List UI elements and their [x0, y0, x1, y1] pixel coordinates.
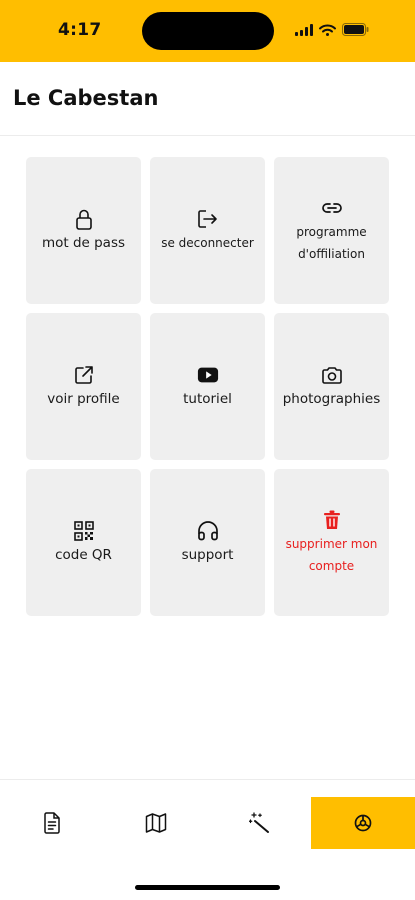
- tile-label: mot de pass: [41, 234, 126, 251]
- camera-icon: [321, 364, 343, 386]
- bottom-nav: [0, 779, 415, 868]
- trash-icon: [321, 509, 343, 531]
- nav-map[interactable]: [104, 797, 208, 849]
- headphones-icon: [197, 520, 219, 542]
- settings-icon: [353, 813, 373, 833]
- support-tile[interactable]: support: [150, 469, 265, 616]
- nav-documents[interactable]: [0, 797, 104, 849]
- password-tile[interactable]: mot de pass: [26, 157, 141, 304]
- signal-icon: [295, 23, 313, 36]
- link-icon: [321, 197, 343, 219]
- menu-grid: mot de pass se deconnecter programme d'o…: [26, 157, 390, 616]
- tile-label: photographies: [282, 390, 381, 407]
- logout-tile[interactable]: se deconnecter: [150, 157, 265, 304]
- tile-label: tutoriel: [183, 390, 232, 407]
- qr-code-icon: [73, 520, 95, 542]
- tile-label: code QR: [55, 546, 112, 563]
- affiliate-program-tile[interactable]: programme d'offiliation: [274, 157, 389, 304]
- status-time: 4:17: [58, 20, 102, 40]
- nav-magic[interactable]: [208, 797, 312, 849]
- youtube-icon: [197, 364, 219, 386]
- lock-icon: [73, 208, 95, 230]
- external-link-icon: [73, 364, 95, 386]
- header: Le Cabestan: [0, 62, 415, 136]
- page-title: Le Cabestan: [13, 86, 159, 110]
- logout-icon: [197, 208, 219, 230]
- status-icons: [295, 23, 369, 36]
- magic-wand-icon: [249, 812, 271, 834]
- wifi-icon: [319, 24, 336, 36]
- tile-label: voir profile: [47, 390, 120, 407]
- map-icon: [145, 812, 167, 834]
- tile-label: support: [181, 546, 234, 563]
- home-indicator: [135, 885, 280, 890]
- status-bar: 4:17: [0, 0, 415, 62]
- document-icon: [43, 812, 61, 834]
- battery-icon: [342, 23, 369, 36]
- delete-account-tile[interactable]: supprimer mon compte: [274, 469, 389, 616]
- nav-settings[interactable]: [311, 797, 415, 849]
- photographs-tile[interactable]: photographies: [274, 313, 389, 460]
- tile-label: supprimer mon compte: [285, 536, 378, 573]
- qr-code-tile[interactable]: code QR: [26, 469, 141, 616]
- dynamic-island: [142, 12, 274, 50]
- tile-label: se deconnecter: [161, 235, 254, 250]
- view-profile-tile[interactable]: voir profile: [26, 313, 141, 460]
- tutorial-tile[interactable]: tutoriel: [150, 313, 265, 460]
- tile-label: programme d'offiliation: [296, 224, 367, 261]
